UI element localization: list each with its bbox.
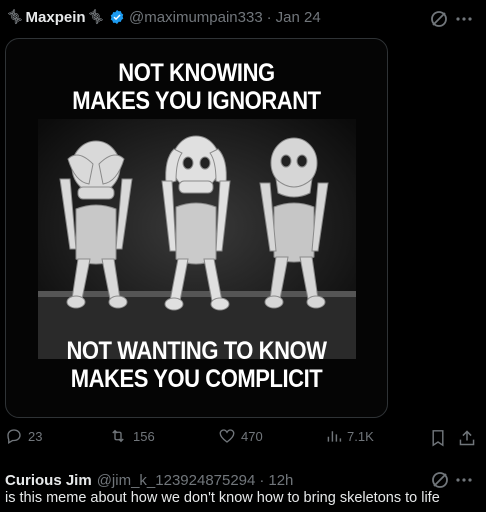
grok-icon[interactable] bbox=[430, 470, 450, 490]
reply-header: Curious Jim @jim_k_123924875294 · 12h bbox=[5, 470, 293, 490]
author-handle[interactable]: @maximumpain333 bbox=[129, 9, 263, 26]
more-icon[interactable] bbox=[456, 12, 472, 26]
meme-top-line-1: NOT KNOWING bbox=[118, 59, 275, 87]
tweet-date[interactable]: Jan 24 bbox=[276, 9, 321, 26]
meme-bottom-line-1: NOT WANTING TO KNOW bbox=[66, 337, 327, 365]
retweet-icon bbox=[112, 429, 124, 443]
tweet-image[interactable]: NOT KNOWING MAKES YOU IGNORANT NOT WANTI… bbox=[5, 38, 388, 418]
tweet-actions: 23 156 470 7.1K bbox=[0, 427, 486, 449]
author-name[interactable]: Maxpein bbox=[26, 9, 86, 26]
skeletons-photo bbox=[38, 119, 356, 359]
meme-top-line-2: MAKES YOU IGNORANT bbox=[72, 87, 321, 115]
views-icon bbox=[327, 431, 342, 442]
dot-separator: · bbox=[259, 471, 265, 489]
reply-button[interactable]: 23 bbox=[5, 427, 42, 445]
verified-badge-icon bbox=[110, 10, 124, 24]
grok-icon[interactable] bbox=[429, 9, 449, 29]
reply-text: is this meme about how we don't know how… bbox=[5, 490, 440, 506]
retweet-count: 156 bbox=[133, 428, 155, 444]
tweet-header: 🧬︎ Maxpein 🧬︎ @maximumpain333 · Jan 24 bbox=[3, 5, 321, 28]
reply-icon bbox=[7, 429, 21, 444]
reply-time[interactable]: 12h bbox=[268, 472, 293, 489]
like-icon bbox=[219, 429, 235, 443]
views-button[interactable]: 7.1K bbox=[326, 427, 374, 445]
share-icon[interactable] bbox=[458, 429, 476, 447]
views-count: 7.1K bbox=[347, 428, 374, 444]
dna-icon: 🧬︎ bbox=[84, 5, 107, 28]
reply-author-handle[interactable]: @jim_k_123924875294 bbox=[97, 472, 256, 489]
meme-bottom-line-2: MAKES YOU COMPLICIT bbox=[70, 365, 323, 393]
reply-count: 23 bbox=[28, 428, 43, 444]
like-count: 470 bbox=[241, 428, 263, 444]
dna-icon: 🧬︎ bbox=[3, 5, 27, 28]
like-button[interactable]: 470 bbox=[218, 427, 263, 445]
reply-author-name[interactable]: Curious Jim bbox=[5, 472, 92, 489]
more-icon[interactable] bbox=[456, 473, 472, 487]
retweet-button[interactable]: 156 bbox=[108, 427, 155, 445]
dot-separator: · bbox=[266, 8, 272, 26]
bookmark-icon[interactable] bbox=[430, 429, 446, 447]
